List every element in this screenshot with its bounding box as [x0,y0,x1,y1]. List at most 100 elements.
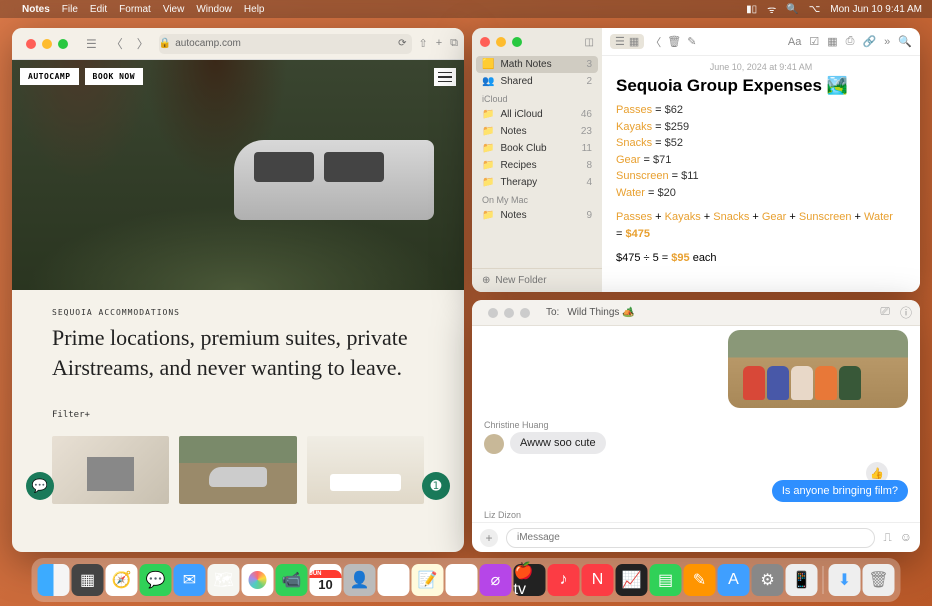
sidebar-item-therapy[interactable]: 📁Therapy4 [472,174,602,191]
new-tab-icon[interactable]: + [436,37,442,50]
calculator-icon: 🟨 [482,59,494,70]
format-icon[interactable]: Aa [788,36,801,48]
folder-icon: 📁 [482,160,494,171]
battery-icon[interactable]: ▮▯ [746,4,757,15]
sidebar-item-label: Math Notes [500,59,551,70]
menu-edit[interactable]: Edit [90,4,107,15]
dock-downloads[interactable]: ⬇ [829,564,861,596]
messages-thread[interactable]: Christine Huang Awww soo cute 👍 Is anyon… [472,326,920,522]
search-icon[interactable]: 🔍 [898,35,912,48]
app-menu[interactable]: Notes [22,4,50,15]
window-controls[interactable] [480,308,538,318]
menu-view[interactable]: View [163,4,185,15]
reload-icon[interactable]: ⟳ [398,38,412,49]
note-division: $475 ÷ 5 = $95 each [616,250,906,267]
dock-settings[interactable]: ⚙ [752,564,784,596]
media-icon[interactable]: ⎙ [846,35,855,48]
tabs-icon[interactable]: ⧉ [450,37,458,50]
sidebar-item-shared[interactable]: 👥 Shared 2 [472,73,602,90]
dock-mail[interactable]: ✉ [174,564,206,596]
sidebar-item-book-club[interactable]: 📁Book Club11 [472,140,602,157]
share-icon[interactable]: ⇧ [418,37,427,50]
dock-facetime[interactable]: 📹 [276,564,308,596]
sidebar-item-notes[interactable]: 📁Notes23 [472,123,602,140]
dock-iphone-mirror[interactable]: 📱 [786,564,818,596]
dock-contacts[interactable]: 👤 [344,564,376,596]
sidebar-item-label: Book Club [500,143,546,154]
trash-icon[interactable]: 🗑 [667,35,681,48]
dock-podcasts[interactable]: ⌀ [480,564,512,596]
sidebar-item-all-icloud[interactable]: 📁All iCloud46 [472,106,602,123]
more-icon[interactable]: » [884,36,890,48]
dock-photos[interactable] [242,564,274,596]
window-controls[interactable] [472,37,530,47]
dock-finder[interactable] [38,564,70,596]
sidebar-toggle-icon[interactable]: ☰ [82,35,101,53]
menu-window[interactable]: Window [196,4,232,15]
accommodation-thumbnail[interactable] [179,436,296,504]
dock-numbers[interactable]: ▤ [650,564,682,596]
dock-separator [823,566,824,594]
hamburger-menu[interactable] [434,68,456,86]
dock-tv[interactable]: 🍎tv [514,564,546,596]
dock-reminders[interactable]: ☰ [378,564,410,596]
grid-view-icon[interactable]: ▦ [629,35,639,48]
site-logo[interactable]: AUTOCAMP [20,68,79,85]
spotlight-icon[interactable]: 🔍 [786,4,798,15]
dock-maps[interactable]: 🗺 [208,564,240,596]
dock-calendar[interactable]: JUN10 [310,564,342,596]
avatar[interactable] [484,434,504,454]
clock[interactable]: Mon Jun 10 9:41 AM [830,4,922,15]
link-icon[interactable]: 🔗 [862,35,876,48]
folder-icon: 📁 [482,109,494,120]
dock-messages[interactable]: 💬 [140,564,172,596]
address-bar[interactable]: 🔒 autocamp.com ⟳ [159,34,413,54]
book-now-button[interactable]: BOOK NOW [85,68,144,85]
forward-button[interactable]: 〉 [133,33,153,54]
dock-appstore[interactable]: A [718,564,750,596]
sidebar-item-count: 3 [586,59,592,70]
new-folder-button[interactable]: ⊕New Folder [472,268,602,292]
sidebar-toggle-icon[interactable]: ◫ [585,37,602,48]
menu-file[interactable]: File [62,4,78,15]
sidebar-item-math-notes[interactable]: 🟨 Math Notes 3 [476,56,598,73]
window-controls[interactable] [18,39,76,49]
sidebar-item-local-notes[interactable]: 📁Notes9 [472,207,602,224]
dock-stocks[interactable]: 📈 [616,564,648,596]
filter-button[interactable]: Filter+ [52,410,424,420]
dock-music[interactable]: ♪ [548,564,580,596]
emoji-icon[interactable]: ☺ [900,530,912,545]
back-icon[interactable]: 〈 [650,34,661,50]
sidebar-item-label: Recipes [500,160,536,171]
dock-notes[interactable]: 📝 [412,564,444,596]
dock-trash[interactable]: 🗑 [863,564,895,596]
wifi-icon[interactable]: ᯤ [767,2,776,16]
compose-icon[interactable]: ✎ [687,35,696,48]
menu-format[interactable]: Format [119,4,151,15]
audio-icon[interactable]: ⎍ [883,530,891,545]
sidebar-item-recipes[interactable]: 📁Recipes8 [472,157,602,174]
message-bubble-sent[interactable]: Is anyone bringing film? [772,480,908,502]
image-message[interactable] [728,330,908,408]
dock-launchpad[interactable]: ▦ [72,564,104,596]
note-content[interactable]: June 10, 2024 at 9:41 AM Sequoia Group E… [602,56,920,273]
control-center-icon[interactable]: ⌥ [809,4,821,15]
sender-name: Liz Dizon [484,510,908,520]
list-view-icon[interactable]: ☰ [615,35,625,48]
dock-news[interactable]: N [582,564,614,596]
apps-button[interactable]: + [480,529,498,547]
table-icon[interactable]: ▦ [827,35,837,48]
message-bubble[interactable]: Awww soo cute [510,432,606,454]
conversation-name[interactable]: Wild Things 🏕️ [567,307,634,318]
dock-safari[interactable]: 🧭 [106,564,138,596]
back-button[interactable]: 〈 [107,33,127,54]
message-input[interactable] [506,528,875,548]
accommodation-thumbnail[interactable] [52,436,169,504]
info-icon[interactable]: ⓘ [900,304,912,321]
checklist-icon[interactable]: ☑ [809,35,819,48]
menu-help[interactable]: Help [244,4,265,15]
dock-freeform[interactable]: ✎ [446,564,478,596]
accommodation-thumbnail[interactable] [307,436,424,504]
dock-pages[interactable]: ✎ [684,564,716,596]
facetime-icon[interactable]: ⎚ [880,304,890,321]
